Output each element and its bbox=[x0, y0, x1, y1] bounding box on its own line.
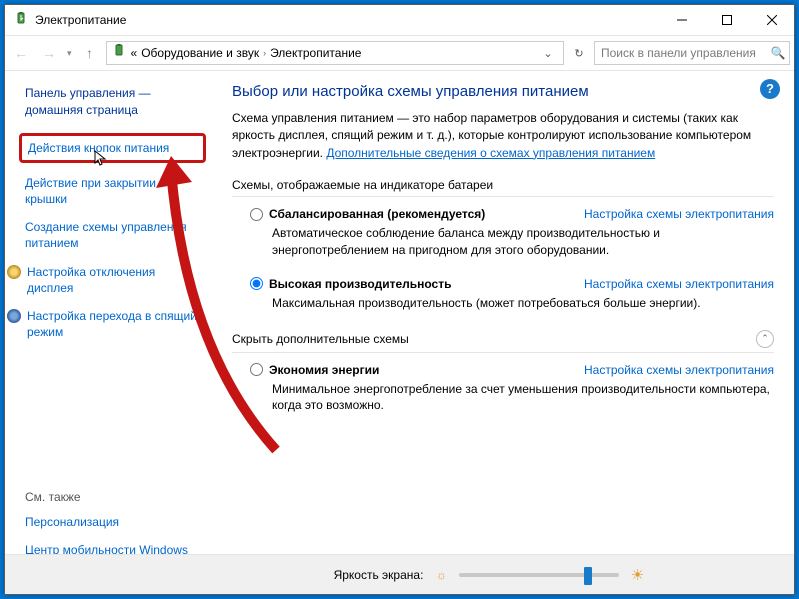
plan-balanced-radio-label[interactable]: Сбалансированная (рекомендуется) bbox=[250, 207, 485, 221]
plan-high-perf-radio-label[interactable]: Высокая производительность bbox=[250, 277, 451, 291]
search-box[interactable]: Поиск в панели управления 🔍 bbox=[594, 41, 790, 65]
sidebar-item-lid-close-action[interactable]: Действие при закрытии крышки bbox=[25, 175, 200, 207]
control-panel-icon bbox=[111, 44, 127, 63]
plan-high-perf-row: Высокая производительность Настройка схе… bbox=[250, 277, 774, 291]
crumb-root[interactable]: « bbox=[131, 46, 138, 60]
learn-more-link[interactable]: Дополнительные сведения о схемах управле… bbox=[326, 146, 655, 160]
window-title: Электропитание bbox=[35, 13, 659, 27]
chevron-right-icon[interactable]: › bbox=[263, 48, 266, 58]
plan-high-perf-settings-link[interactable]: Настройка схемы электропитания bbox=[584, 277, 774, 291]
section-battery-plans: Схемы, отображаемые на индикаторе батаре… bbox=[232, 178, 774, 197]
see-also-personalization[interactable]: Персонализация bbox=[25, 514, 200, 530]
section-hidden-plans[interactable]: Скрыть дополнительные схемы ⌃ bbox=[232, 330, 774, 353]
plan-balanced-name: Сбалансированная (рекомендуется) bbox=[269, 207, 485, 221]
plan-balanced-desc: Автоматическое соблюдение баланса между … bbox=[272, 225, 774, 259]
plan-high-perf-radio[interactable] bbox=[250, 277, 263, 290]
body: Панель управления — домашняя страница Де… bbox=[5, 71, 794, 554]
up-button[interactable]: ↑ bbox=[78, 41, 102, 65]
crumb-power[interactable]: Электропитание bbox=[270, 46, 361, 60]
plan-power-saver-settings-link[interactable]: Настройка схемы электропитания bbox=[584, 363, 774, 377]
recent-locations-icon[interactable]: ▾ bbox=[65, 48, 74, 59]
forward-button[interactable]: → bbox=[37, 41, 61, 65]
plan-high-perf-name: Высокая производительность bbox=[269, 277, 451, 291]
search-placeholder: Поиск в панели управления bbox=[601, 46, 767, 60]
brightness-slider[interactable] bbox=[459, 573, 619, 577]
plan-balanced-row: Сбалансированная (рекомендуется) Настрой… bbox=[250, 207, 774, 221]
plan-power-saver-row: Экономия энергии Настройка схемы электро… bbox=[250, 363, 774, 377]
main-content: ? Выбор или настройка схемы управления п… bbox=[210, 71, 794, 554]
sidebar-item-display-off[interactable]: Настройка отключения дисплея bbox=[7, 264, 200, 296]
control-panel-home-link[interactable]: Панель управления — домашняя страница bbox=[25, 85, 200, 119]
plan-power-saver-radio[interactable] bbox=[250, 363, 263, 376]
sun-low-icon: ☼ bbox=[433, 567, 449, 583]
help-button[interactable]: ? bbox=[760, 79, 780, 99]
collapse-icon[interactable]: ⌃ bbox=[756, 330, 774, 348]
see-also-mobility-center[interactable]: Центр мобильности Windows bbox=[25, 542, 200, 554]
sidebar-item-sleep[interactable]: Настройка перехода в спящий режим bbox=[7, 308, 200, 340]
plan-power-saver-radio-label[interactable]: Экономия энергии bbox=[250, 363, 379, 377]
refresh-button[interactable]: ↻ bbox=[568, 42, 590, 64]
sun-high-icon: ☀ bbox=[629, 567, 645, 583]
close-button[interactable] bbox=[749, 5, 794, 35]
page-title: Выбор или настройка схемы управления пит… bbox=[232, 83, 774, 100]
intro-text: Схема управления питанием — это набор па… bbox=[232, 110, 774, 162]
navigation-bar: ← → ▾ ↑ « Оборудование и звук › Электроп… bbox=[5, 35, 794, 71]
address-dropdown-icon[interactable]: ⌄ bbox=[537, 42, 559, 64]
crumb-hardware[interactable]: Оборудование и звук bbox=[141, 46, 259, 60]
brightness-label: Яркость экрана: bbox=[334, 568, 424, 582]
sidebar-item-power-button-actions[interactable]: Действия кнопок питания bbox=[19, 133, 206, 163]
monitor-icon bbox=[7, 265, 21, 279]
titlebar: Электропитание bbox=[5, 5, 794, 35]
minimize-button[interactable] bbox=[659, 5, 704, 35]
plan-power-saver-desc: Минимальное энергопотребление за счет ум… bbox=[272, 381, 774, 415]
address-bar[interactable]: « Оборудование и звук › Электропитание ⌄ bbox=[106, 41, 564, 65]
back-button[interactable]: ← bbox=[9, 41, 33, 65]
power-options-icon bbox=[13, 12, 29, 28]
see-also-heading: См. также bbox=[25, 490, 200, 504]
brightness-thumb[interactable] bbox=[584, 567, 592, 585]
plan-balanced-settings-link[interactable]: Настройка схемы электропитания bbox=[584, 207, 774, 221]
sidebar-item-create-power-plan[interactable]: Создание схемы управления питанием bbox=[25, 219, 200, 251]
plan-power-saver-name: Экономия энергии bbox=[269, 363, 379, 377]
brightness-bar: Яркость экрана: ☼ ☀ bbox=[5, 554, 794, 594]
plan-high-perf-desc: Максимальная производительность (может п… bbox=[272, 295, 774, 312]
maximize-button[interactable] bbox=[704, 5, 749, 35]
sidebar: Панель управления — домашняя страница Де… bbox=[5, 71, 210, 554]
window: Электропитание ← → ▾ ↑ « Оборудование и … bbox=[4, 4, 795, 595]
moon-icon bbox=[7, 309, 21, 323]
window-controls bbox=[659, 5, 794, 35]
search-icon[interactable]: 🔍 bbox=[767, 46, 789, 60]
plan-balanced-radio[interactable] bbox=[250, 208, 263, 221]
